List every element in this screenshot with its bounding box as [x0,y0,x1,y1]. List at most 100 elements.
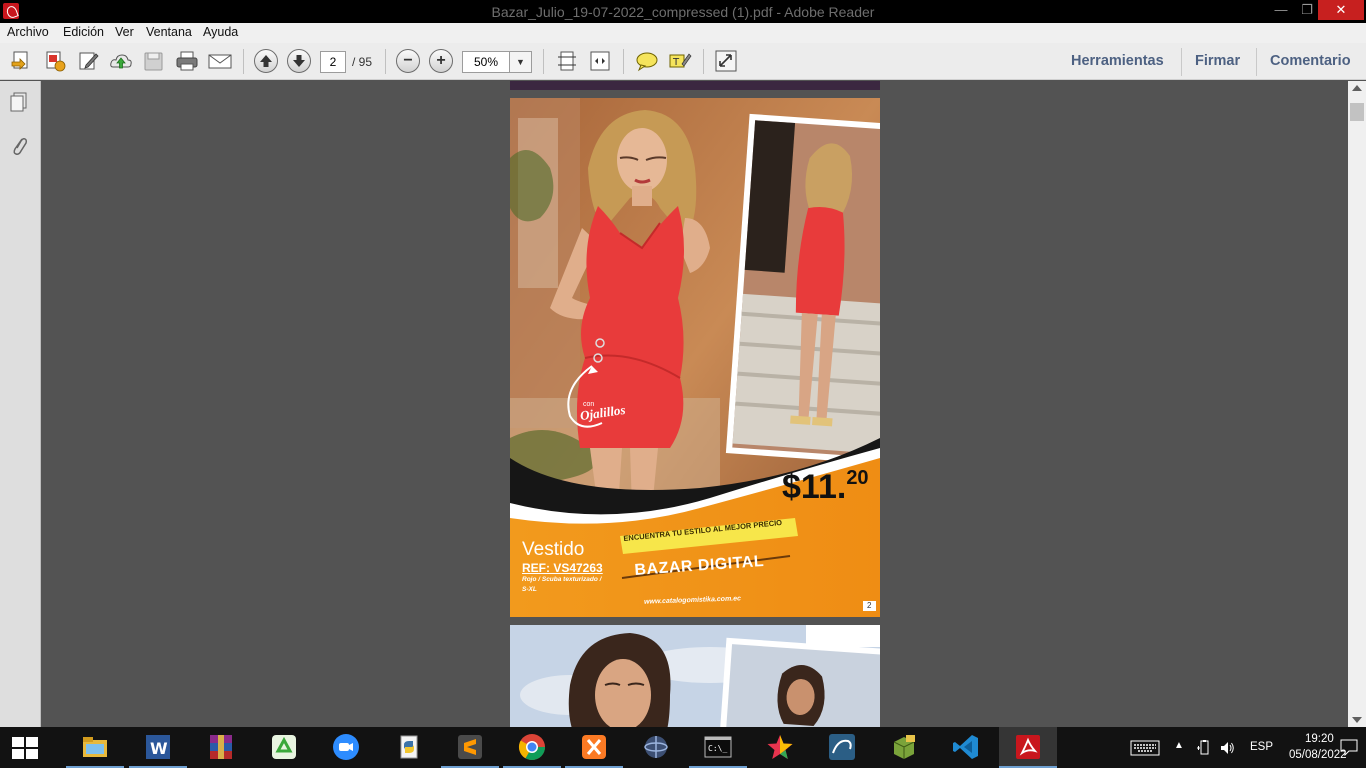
prev-page-icon[interactable] [254,49,278,73]
zoom-in-icon[interactable]: + [429,49,453,73]
taskbar-word[interactable]: W [129,727,187,768]
product-ref: REF: VS47263 [522,561,603,575]
toolbar-separator [243,49,244,74]
star-app-icon [767,735,793,759]
document-area[interactable]: $11.20 con Ojalillos Vestido REF: VS4726… [41,81,1348,727]
sublime-text-icon [458,735,482,759]
winrar-icon [210,735,232,759]
price-tag: $11.20 [782,467,869,507]
taskbar-zoom[interactable] [317,727,375,768]
menu-bar: Archivo Edición Ver Ventana Ayuda [0,23,1366,43]
acrobat-icon [1016,735,1040,759]
scroll-up-icon[interactable] [1352,85,1362,91]
menu-edicion[interactable]: Edición [63,25,104,39]
clock-date[interactable]: 05/08/2022 [1289,749,1347,761]
menu-ayuda[interactable]: Ayuda [203,25,238,39]
tools-link[interactable]: Herramientas [1071,53,1164,69]
pdf-page-3 [510,625,880,727]
taskbar-terminal[interactable]: C:\_ [689,727,747,768]
comment-icon[interactable] [635,50,659,72]
vertical-scrollbar[interactable] [1348,81,1366,727]
open-icon[interactable] [10,50,34,72]
toolbar-separator [703,49,704,74]
taskbar-sublime-text[interactable] [441,727,499,768]
package-app-icon [893,735,915,759]
fullscreen-icon[interactable] [714,50,738,72]
python-icon [400,735,418,759]
product-desc-1: Rojo / Scuba texturizado / [522,576,602,583]
taskbar-network-app[interactable] [627,727,685,768]
zoom-icon [333,734,359,760]
svg-text:C:\_: C:\_ [708,744,727,753]
windows-start-icon[interactable] [12,737,38,759]
taskbar-python[interactable] [380,727,438,768]
toolbar-separator [623,49,624,74]
toolbar-separator [1256,48,1257,76]
taskbar-file-explorer[interactable] [66,727,124,768]
print-icon[interactable] [175,50,199,72]
taskbar-vscode[interactable] [937,727,995,768]
zoom-out-icon[interactable]: − [396,49,420,73]
word-icon: W [146,735,170,759]
taskbar-winrar[interactable] [192,727,250,768]
toolbar-separator [385,49,386,74]
mysql-workbench-icon [829,734,855,760]
taskbar-xampp[interactable] [565,727,623,768]
page-1-bottom-edge [510,81,880,90]
fit-width-icon[interactable] [588,50,612,72]
recycle-app-icon [272,735,296,759]
fit-page-icon[interactable] [555,50,579,72]
zoom-dropdown-button[interactable]: ▼ [510,51,532,73]
product-desc-2: S-XL [522,586,537,593]
next-page-icon[interactable] [287,49,311,73]
svg-text:T: T [672,57,680,68]
taskbar-recycle-app[interactable] [255,727,313,768]
battery-icon[interactable] [1196,740,1212,756]
upload-icon[interactable] [109,50,133,72]
taskbar-acrobat[interactable] [999,727,1057,768]
page-total: / 95 [352,55,373,69]
save-icon[interactable] [142,50,166,72]
svg-text:W: W [150,739,168,758]
terminal-icon: C:\_ [704,736,732,758]
navigation-pane [0,81,41,727]
keyboard-icon[interactable] [1130,740,1160,756]
page-thumbnails-icon[interactable] [10,92,28,112]
taskbar-package-app[interactable] [875,727,933,768]
vscode-icon [953,735,978,759]
show-hidden-icons-icon[interactable]: ▲ [1174,740,1184,751]
network-app-icon [644,736,668,758]
menu-ver[interactable]: Ver [115,25,134,39]
price-main: $11. [782,468,847,506]
create-pdf-icon[interactable] [43,50,67,72]
scroll-thumb[interactable] [1350,103,1364,121]
menu-archivo[interactable]: Archivo [7,25,49,39]
menu-ventana[interactable]: Ventana [146,25,192,39]
close-button[interactable]: ✕ [1318,0,1364,20]
notifications-icon[interactable] [1340,739,1358,756]
price-cents: 20 [846,467,869,489]
language-indicator[interactable]: ESP [1250,741,1273,753]
toolbar: 2 / 95 − + 50% ▼ T Herramientas Firmar C… [0,43,1366,80]
xampp-icon [582,735,606,759]
clock-time[interactable]: 19:20 [1305,733,1334,745]
volume-icon[interactable] [1219,740,1235,756]
catalog-page-3-artwork [510,625,880,727]
page-number-input[interactable]: 2 [320,51,346,73]
window-title: Bazar_Julio_19-07-2022_compressed (1).pd… [491,4,875,20]
taskbar-chrome[interactable] [503,727,561,768]
minimize-button[interactable]: — [1268,0,1294,20]
highlight-icon[interactable]: T [668,50,692,72]
product-name: Vestido [522,539,585,560]
comment-link[interactable]: Comentario [1270,53,1351,69]
taskbar-mysql-workbench[interactable] [813,727,871,768]
email-icon[interactable] [208,50,232,72]
toolbar-separator [543,49,544,74]
zoom-input[interactable]: 50% [462,51,510,73]
sign-link[interactable]: Firmar [1195,53,1240,69]
maximize-button[interactable]: ❐ [1294,0,1320,20]
edit-icon[interactable] [77,50,101,72]
taskbar-star-app[interactable] [751,727,809,768]
attachments-icon[interactable] [10,135,28,157]
scroll-down-icon[interactable] [1352,717,1362,723]
